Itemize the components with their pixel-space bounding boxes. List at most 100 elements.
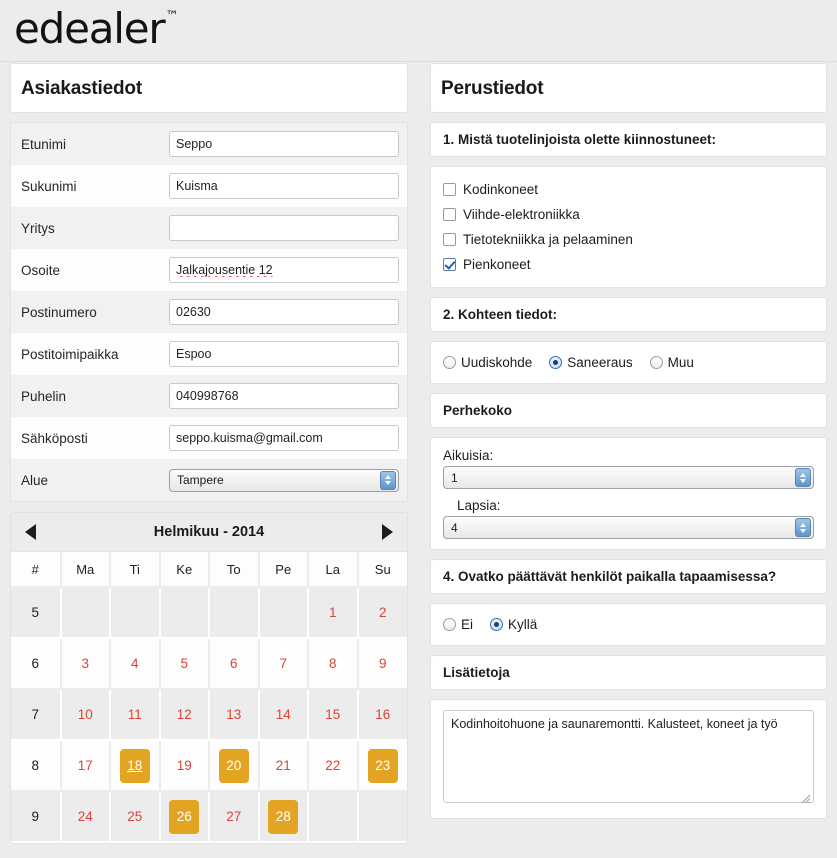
notes-textarea[interactable] xyxy=(443,710,814,803)
field-input[interactable] xyxy=(169,257,399,283)
adults-select[interactable]: 1 xyxy=(443,466,814,489)
stepper-icon[interactable] xyxy=(795,518,811,537)
calendar-day-label: 18 xyxy=(119,748,150,783)
radio-selected-icon[interactable] xyxy=(490,618,504,631)
checkbox-checked-icon[interactable] xyxy=(443,258,456,271)
radio-label[interactable]: Muu xyxy=(668,355,694,370)
checkbox-row[interactable]: Viihde-elektroniikka xyxy=(443,202,814,227)
checkbox-icon[interactable] xyxy=(443,233,456,246)
calendar-day-selected[interactable]: 23 xyxy=(357,740,407,792)
calendar-day-selected[interactable]: 28 xyxy=(258,791,309,843)
field-input[interactable] xyxy=(169,173,399,199)
calendar-day[interactable]: 2 xyxy=(357,587,407,639)
week-number: 8 xyxy=(11,740,62,792)
calendar-col-header: # xyxy=(11,552,62,588)
children-select[interactable]: 4 xyxy=(443,516,814,539)
field-input[interactable] xyxy=(169,383,399,409)
radio-label[interactable]: Kyllä xyxy=(508,617,537,632)
stepper-icon[interactable] xyxy=(795,468,811,487)
calendar-day-label: 26 xyxy=(169,799,200,834)
radio-label[interactable]: Ei xyxy=(461,617,473,632)
calendar-day[interactable]: 8 xyxy=(308,638,359,690)
calendar-col-header: Ke xyxy=(159,552,210,588)
calendar-day[interactable]: 9 xyxy=(357,638,407,690)
checkbox-row[interactable]: Pienkoneet xyxy=(443,252,814,277)
form-row: Etunimi xyxy=(11,123,407,165)
arrow-right-icon[interactable] xyxy=(381,524,393,540)
calendar-day[interactable]: 1 xyxy=(308,587,359,639)
calendar-day-label: 20 xyxy=(218,748,249,783)
field-input[interactable] xyxy=(169,215,399,241)
children-label: Lapsia: xyxy=(457,498,501,513)
checkbox-icon[interactable] xyxy=(443,183,456,196)
radio-label[interactable]: Saneeraus xyxy=(567,355,632,370)
arrow-left-icon[interactable] xyxy=(25,524,36,540)
calendar-day[interactable]: 16 xyxy=(357,689,407,741)
calendar-day[interactable]: 25 xyxy=(110,791,161,843)
calendar-day-selected[interactable]: 20 xyxy=(209,740,260,792)
calendar-week-row: 8 17 18 19 20 21 22 23 xyxy=(11,740,407,792)
notes-block xyxy=(430,699,827,819)
app-logo: edealer™ xyxy=(14,4,178,53)
calendar-day-selected[interactable]: 26 xyxy=(159,791,210,843)
calendar-day[interactable]: 17 xyxy=(60,740,111,792)
calendar-day[interactable]: 3 xyxy=(60,638,111,690)
page-title: Asiakastiedot xyxy=(21,78,142,99)
calendar-day[interactable]: 4 xyxy=(110,638,161,690)
field-input[interactable] xyxy=(169,341,399,367)
checkbox-icon[interactable] xyxy=(443,208,456,221)
calendar-day[interactable]: 22 xyxy=(308,740,359,792)
calendar-day[interactable]: 21 xyxy=(258,740,309,792)
radio-icon[interactable] xyxy=(443,356,456,369)
form-row: Sähköposti xyxy=(11,417,407,459)
calendar-col-header: La xyxy=(308,552,359,588)
adults-label: Aikuisia: xyxy=(443,448,494,463)
customer-panel-header: Asiakastiedot xyxy=(10,63,408,113)
calendar-day-selected[interactable]: 18 xyxy=(110,740,161,792)
radio-selected-icon[interactable] xyxy=(549,356,563,369)
stepper-icon[interactable] xyxy=(380,470,396,490)
checkbox-label: Viihde-elektroniikka xyxy=(463,207,580,222)
calendar-day[interactable]: 19 xyxy=(159,740,210,792)
radio-label[interactable]: Uudiskohde xyxy=(461,355,532,370)
product-line-checkbox-group: Kodinkoneet Viihde-elektroniikka Tietotekn… xyxy=(430,166,827,288)
field-label: Puhelin xyxy=(21,388,67,404)
calendar-day[interactable]: 7 xyxy=(258,638,309,690)
week-number: 9 xyxy=(11,791,62,843)
customer-panel: Asiakastiedot Etunimi Sukunimi Yritys Osoit… xyxy=(0,63,418,858)
calendar-day-empty xyxy=(308,791,359,843)
calendar-day[interactable]: 5 xyxy=(159,638,210,690)
logo-text: edealer xyxy=(14,4,166,53)
calendar-day-empty xyxy=(209,587,260,639)
radio-icon[interactable] xyxy=(443,618,456,631)
calendar-day-label: 28 xyxy=(268,799,299,834)
field-input[interactable] xyxy=(169,299,399,325)
target-type-options: Uudiskohde Saneeraus Muu xyxy=(443,352,814,373)
calendar-day[interactable]: 11 xyxy=(110,689,161,741)
calendar-day[interactable]: 6 xyxy=(209,638,260,690)
field-input[interactable] xyxy=(169,425,399,451)
calendar-day[interactable]: 12 xyxy=(159,689,210,741)
calendar-day[interactable]: 15 xyxy=(308,689,359,741)
checkbox-row[interactable]: Tietotekniikka ja pelaaminen xyxy=(443,227,814,252)
calendar-day[interactable]: 13 xyxy=(209,689,260,741)
radio-icon[interactable] xyxy=(649,356,663,369)
week-number: 5 xyxy=(11,587,62,639)
calendar-day-empty xyxy=(60,587,111,639)
checkbox-row[interactable]: Kodinkoneet xyxy=(443,177,814,202)
calendar-day[interactable]: 10 xyxy=(60,689,111,741)
week-number: 7 xyxy=(11,689,62,741)
calendar-day[interactable]: 24 xyxy=(60,791,111,843)
form-row: Postitoimipaikka xyxy=(11,333,407,375)
checkbox-label: Pienkoneet xyxy=(463,257,531,272)
basic-info-title: Perustiedot xyxy=(441,78,544,99)
calendar-week-row: 7 10 11 12 13 14 15 16 xyxy=(11,689,407,741)
calendar-day[interactable]: 14 xyxy=(258,689,309,741)
region-select[interactable]: Tampere xyxy=(169,468,399,492)
field-input[interactable] xyxy=(169,131,399,157)
calendar-day[interactable]: 27 xyxy=(209,791,260,843)
calendar-week-row: 9 24 25 26 27 28 xyxy=(11,791,407,843)
customer-form: Etunimi Sukunimi Yritys Osoite Postinumero Po… xyxy=(10,122,408,502)
form-row: Sukunimi xyxy=(11,165,407,207)
calendar-widget: Helmikuu - 2014 # Ma Ti Ke To Pe La Su 51263456… xyxy=(10,512,408,844)
